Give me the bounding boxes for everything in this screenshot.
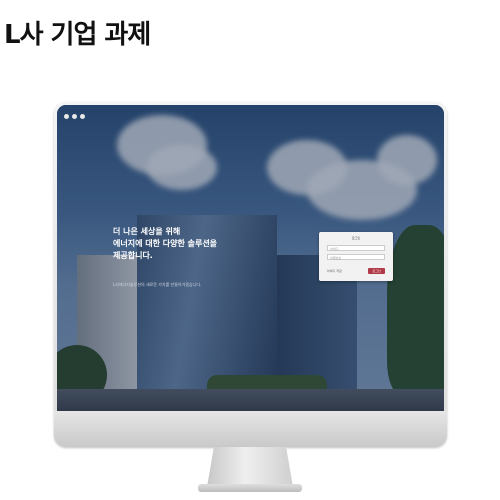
page-title: L사 기업 과제	[4, 20, 151, 50]
window-dot-icon[interactable]	[72, 114, 77, 119]
password-input[interactable]: 비밀번호	[327, 254, 385, 260]
login-title: 로그인	[351, 236, 361, 240]
window-dot-icon[interactable]	[64, 114, 69, 119]
monitor-stand	[207, 447, 293, 487]
monitor-chin	[54, 411, 447, 447]
hero-line-1: 더 나은 세상을 위해	[113, 227, 181, 236]
monitor-screen: 더 나은 세상을 위해 에너지에 대한 다양한 솔루션을 제공합니다. L사에너…	[57, 105, 444, 411]
window-controls	[64, 114, 85, 119]
monitor-base	[198, 484, 302, 492]
hero-subline: L사에너지솔루션의 새로운 가치를 만들어가겠습니다.	[113, 282, 202, 287]
window-dot-icon[interactable]	[80, 114, 85, 119]
login-button[interactable]: 로그인	[368, 268, 385, 274]
remember-checkbox[interactable]: 아이디 저장	[327, 269, 342, 273]
hero-headline: 더 나은 세상을 위해 에너지에 대한 다양한 솔루션을 제공합니다.	[113, 226, 217, 262]
hero-line-3: 제공합니다.	[113, 251, 153, 260]
login-card: 로그인 아이디 비밀번호 아이디 저장 로그인	[319, 232, 393, 281]
hero-line-2: 에너지에 대한 다양한 솔루션을	[113, 239, 218, 248]
id-input[interactable]: 아이디	[327, 245, 385, 251]
monitor: 더 나은 세상을 위해 에너지에 대한 다양한 솔루션을 제공합니다. L사에너…	[54, 102, 447, 447]
